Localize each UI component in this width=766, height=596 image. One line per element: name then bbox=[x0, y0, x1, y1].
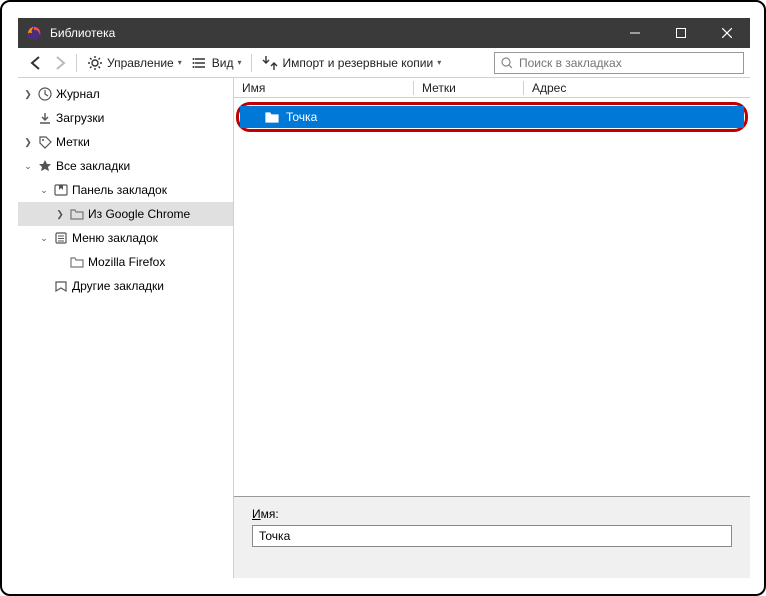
chevron-down-icon: ▾ bbox=[178, 58, 182, 67]
folder-icon bbox=[264, 109, 280, 125]
search-box[interactable] bbox=[494, 52, 744, 74]
sidebar-label: Меню закладок bbox=[72, 231, 158, 245]
manage-menu[interactable]: Управление ▾ bbox=[83, 53, 186, 73]
sidebar-item-mozilla[interactable]: ❯ Mozilla Firefox bbox=[18, 250, 233, 274]
import-export-icon bbox=[262, 55, 278, 71]
view-menu[interactable]: Вид ▾ bbox=[188, 53, 246, 73]
sidebar-item-other-bookmarks[interactable]: ❯ Другие закладки bbox=[18, 274, 233, 298]
bookmark-list[interactable]: Точка bbox=[234, 98, 750, 496]
chevron-right-icon[interactable]: ❯ bbox=[22, 89, 34, 100]
sidebar-label: Загрузки bbox=[56, 111, 104, 125]
download-icon bbox=[37, 110, 53, 126]
sidebar-item-from-chrome[interactable]: ❯ Из Google Chrome bbox=[18, 202, 233, 226]
forward-button bbox=[48, 53, 70, 73]
sidebar: ❯ Журнал ❯ Загрузки ❯ Метки ⌄ Вс bbox=[18, 78, 234, 578]
chevron-down-icon[interactable]: ⌄ bbox=[22, 161, 34, 172]
tag-icon bbox=[37, 134, 53, 150]
folder-icon bbox=[69, 206, 85, 222]
sidebar-item-menu-folder[interactable]: ⌄ Меню закладок bbox=[18, 226, 233, 250]
chevron-right-icon[interactable]: ❯ bbox=[54, 209, 66, 220]
column-headers: Имя Метки Адрес bbox=[234, 78, 750, 98]
bookmarks-menu-icon bbox=[53, 230, 69, 246]
titlebar: Библиотека bbox=[18, 18, 750, 48]
chevron-down-icon: ▾ bbox=[437, 58, 441, 67]
clock-icon bbox=[37, 86, 53, 102]
sidebar-item-downloads[interactable]: ❯ Загрузки bbox=[18, 106, 233, 130]
window-title: Библиотека bbox=[50, 26, 115, 40]
column-address[interactable]: Адрес bbox=[524, 81, 750, 95]
list-icon bbox=[192, 55, 208, 71]
sidebar-item-history[interactable]: ❯ Журнал bbox=[18, 82, 233, 106]
list-row-label: Точка bbox=[286, 110, 317, 124]
sidebar-item-all-bookmarks[interactable]: ⌄ Все закладки bbox=[18, 154, 233, 178]
import-menu[interactable]: Импорт и резервные копии ▾ bbox=[258, 53, 445, 73]
sidebar-label: Все закладки bbox=[56, 159, 130, 173]
bookmarks-toolbar-icon bbox=[53, 182, 69, 198]
manage-label: Управление bbox=[107, 56, 174, 70]
chevron-right-icon[interactable]: ❯ bbox=[22, 137, 34, 148]
chevron-down-icon: ▾ bbox=[237, 58, 241, 67]
minimize-button[interactable] bbox=[612, 18, 658, 48]
sidebar-label: Из Google Chrome bbox=[88, 207, 190, 221]
firefox-icon bbox=[26, 25, 42, 41]
details-name-label: Имя: bbox=[252, 507, 279, 521]
column-tags[interactable]: Метки bbox=[414, 81, 524, 95]
sidebar-item-toolbar-folder[interactable]: ⌄ Панель закладок bbox=[18, 178, 233, 202]
sidebar-item-tags[interactable]: ❯ Метки bbox=[18, 130, 233, 154]
details-panel: Имя: bbox=[234, 496, 750, 578]
toolbar: Управление ▾ Вид ▾ Импорт и резервные ко… bbox=[18, 48, 750, 78]
sidebar-label: Журнал bbox=[56, 87, 100, 101]
folder-icon bbox=[69, 254, 85, 270]
back-button[interactable] bbox=[24, 53, 46, 73]
sidebar-label: Другие закладки bbox=[72, 279, 164, 293]
sidebar-label: Mozilla Firefox bbox=[88, 255, 165, 269]
sidebar-label: Панель закладок bbox=[72, 183, 167, 197]
sidebar-label: Метки bbox=[56, 135, 90, 149]
column-name[interactable]: Имя bbox=[234, 81, 414, 95]
gear-icon bbox=[87, 55, 103, 71]
view-label: Вид bbox=[212, 56, 234, 70]
search-input[interactable] bbox=[517, 55, 737, 71]
star-icon bbox=[37, 158, 53, 174]
details-name-input[interactable] bbox=[252, 525, 732, 547]
close-button[interactable] bbox=[704, 18, 750, 48]
main-panel: Имя Метки Адрес Точка Имя: bbox=[234, 78, 750, 578]
chevron-down-icon[interactable]: ⌄ bbox=[38, 233, 50, 244]
list-row-selected[interactable]: Точка bbox=[240, 106, 744, 128]
import-label: Импорт и резервные копии bbox=[282, 56, 433, 70]
chevron-down-icon[interactable]: ⌄ bbox=[38, 185, 50, 196]
maximize-button[interactable] bbox=[658, 18, 704, 48]
search-icon bbox=[501, 57, 513, 69]
other-bookmarks-icon bbox=[53, 278, 69, 294]
